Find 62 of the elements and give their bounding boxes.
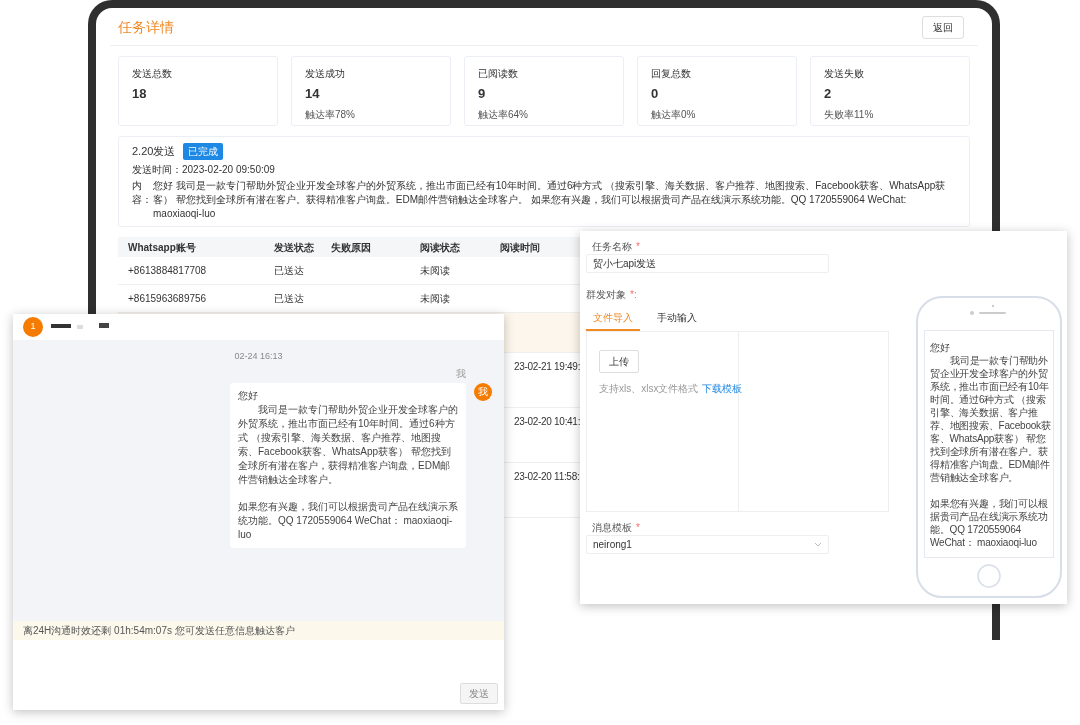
message-greeting: 您好 (238, 388, 259, 403)
status-badge: 已完成 (183, 143, 224, 160)
chevron-down-icon (814, 542, 822, 547)
notice-bar: 离24H沟通时效还剩 01h:54m:07s 您可发送任意信息触达客户 (13, 621, 504, 640)
message-closing: 如果您有兴趣，我们可以根据贵司产品在线演示系统功能。QQ 1720559064 WeChat： maoxiaoqi-luo (238, 499, 458, 542)
template-select[interactable]: neirong1 (586, 535, 829, 554)
stat-value: 0 (651, 85, 660, 103)
stat-rate: 失败率11% (824, 107, 875, 122)
content-label: 内容： (132, 179, 147, 207)
field-label: 消息模板 (592, 521, 632, 535)
field-label: 任务名称 (592, 240, 632, 254)
stat-value: 2 (824, 85, 833, 103)
message-closing: 如果您有兴趣，我们可以根据贵司产品在线演示系统功能。QQ 1720559064 WeChat： maoxiaoqi-luo (930, 497, 1049, 549)
table-cell-text: 未阅读 (419, 264, 451, 278)
send-name: 2.20发送 (132, 144, 176, 160)
task-name-field[interactable]: 贸小七api发送 (586, 254, 829, 273)
required-mark: *: (630, 288, 637, 302)
message-body: 我司是一款专门帮助外贸企业开发全球客户的外贸系统，推出市面已经有10年时间。通过6种方式 （搜索引擎、海关数据、客户推荐、地图搜索、Facebook获客、WhatsApp获客） 帮您找到全球所有潜在客户。获得精准客户询盘。EDM邮件营销触达全球客户。 (930, 354, 1051, 484)
table-cell-text: 23-02-21 19:49: (514, 360, 581, 374)
stat-label: 发送总数 (132, 67, 173, 81)
home-button-icon (977, 564, 1001, 588)
content-text: 您好 我司是一款专门帮助外贸企业开发全球客户的外贸系统，推出市面已经有10年时间。通过6种方式 （搜索引擎、海关数据、客户推荐、地图搜索、Facebook获客、WhatsApp获客） 帮您找到全球所有潜在客户。获得精准客户询盘。EDM邮件营销触达全球客户。 如果您有兴趣，我们可以根据贵司产品在线演示系统功能。QQ 1720559064 WeChat: maoxiaoqi-luo (153, 179, 947, 221)
message-body: 我司是一款专门帮助外贸企业开发全球客户的外贸系统，推出市面已经有10年时间。通过6种方式 （搜索引擎、海关数据、客户推荐、地图搜索、Facebook获客、WhatsApp获客） 帮您找到全球所有潜在客户，获得精准客户询盘，EDM邮件营销触达全球客户。 (238, 402, 458, 487)
table-cell-text: 23-02-20 11:58: (514, 470, 580, 484)
table-cell-text: 23-02-20 10:41: (514, 415, 581, 429)
column-header: 阅读状态 (419, 240, 461, 255)
back-button[interactable]: 返回 (922, 16, 964, 39)
column-header: 发送状态 (273, 240, 315, 255)
blurred-name-drawing (51, 322, 111, 332)
stat-label: 已阅读数 (478, 67, 519, 81)
stat-rate: 触达率78% (305, 107, 356, 122)
field-label: 群发对象 (586, 288, 626, 302)
column-header: Whatsapp账号 (127, 240, 197, 255)
message-greeting: 您好 (930, 341, 951, 354)
avatar-badge: 1 (23, 317, 43, 337)
table-cell-text: 已送达 (273, 264, 305, 278)
format-hint: 支持xls、xlsx文件格式 (599, 382, 699, 396)
page-title: 任务详情 (117, 18, 174, 37)
stat-value: 9 (478, 85, 487, 103)
tab[interactable]: 手动输入 (640, 306, 714, 331)
column-header: 失败原因 (330, 240, 372, 255)
column-header: 阅读时间 (499, 240, 541, 255)
sender-name: 我 (456, 366, 466, 381)
user-avatar: 我 (474, 382, 492, 401)
stat-value: 18 (132, 85, 148, 103)
table-cell-text: +8613884817708 (127, 264, 208, 278)
send-time: 发送时间：2023-02-20 09:50:09 (132, 163, 276, 177)
phone-speaker-icon (969, 304, 1009, 318)
table-cell-text: +8615963689756 (127, 292, 208, 306)
stat-label: 发送失败 (824, 67, 865, 81)
stat-value: 14 (305, 85, 321, 103)
upload-button[interactable]: 上传 (599, 350, 639, 373)
table-cell-text: 未阅读 (419, 292, 451, 306)
required-mark: * (636, 240, 640, 254)
stat-label: 发送成功 (305, 67, 346, 81)
table-cell-text: 已送达 (273, 292, 305, 306)
download-template-link[interactable]: 下载模板 (702, 381, 743, 396)
stat-rate: 触达率64% (478, 107, 529, 122)
stat-rate: 触达率0% (651, 107, 697, 122)
chat-timestamp: 02-24 16:13 (234, 350, 283, 363)
required-mark: * (636, 521, 640, 535)
stat-label: 回复总数 (651, 67, 692, 81)
